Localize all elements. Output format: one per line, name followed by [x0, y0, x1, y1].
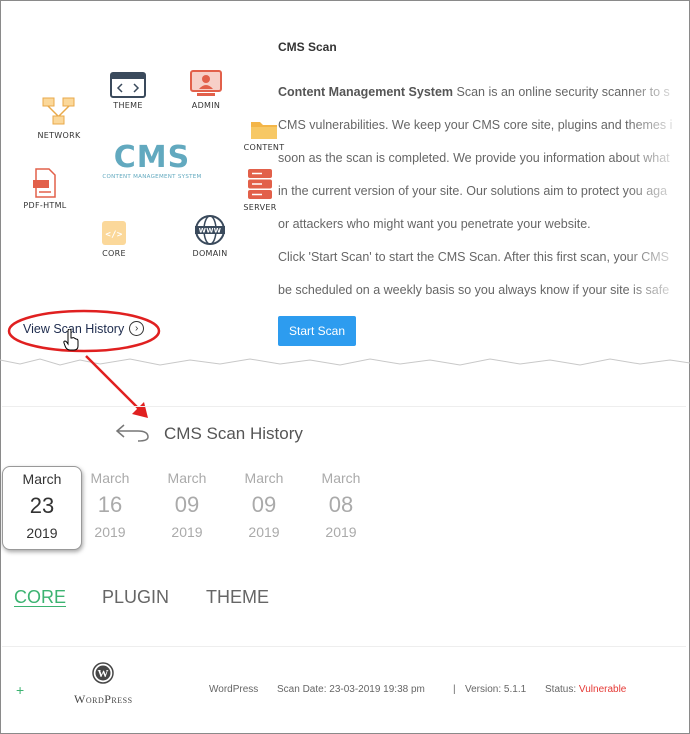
wordpress-wordmark: WordPress: [74, 692, 133, 706]
date-month: March: [167, 470, 207, 486]
wordpress-logo: W WordPress: [74, 662, 133, 707]
scan-date: Scan Date: 23-03-2019 19:38 pm: [277, 684, 425, 695]
server-label: SERVER: [243, 203, 277, 212]
version: Version: 5.1.1: [465, 684, 527, 695]
server-node: SERVER: [238, 168, 282, 212]
start-scan-button[interactable]: Start Scan: [278, 316, 356, 346]
globe-www-icon: WWW: [195, 215, 225, 245]
date-year: 2019: [94, 524, 126, 540]
tab-core[interactable]: CORE: [14, 587, 66, 608]
tab-plugin[interactable]: PLUGIN: [102, 587, 169, 608]
cms-logo-text: CMS: [113, 140, 191, 175]
status-label: Status:: [545, 684, 577, 695]
core-label: CORE: [102, 249, 126, 258]
date-month: March: [244, 470, 284, 486]
description-line-3: soon as the scan is completed. We provid…: [278, 151, 670, 165]
expand-row-button[interactable]: +: [16, 682, 24, 698]
row-divider: [2, 646, 686, 647]
description-line-5: or attackers who might want you penetrat…: [278, 217, 591, 231]
network-label: NETWORK: [37, 131, 81, 140]
admin-label: ADMIN: [191, 101, 221, 110]
network-icon: [42, 97, 75, 125]
cms-scan-history-title: CMS Scan History: [164, 424, 303, 443]
pdf-html-node: PDF-HTML: [18, 168, 72, 210]
description-line-2: CMS vulnerabilities. We keep your CMS co…: [278, 118, 673, 132]
date-day: 08: [328, 492, 354, 517]
cms-diagram: THEME ADMIN NETWORK CONTENT PDF-HTML SER…: [2, 2, 284, 302]
pdf-html-label: PDF-HTML: [23, 201, 67, 210]
svg-text:W: W: [98, 668, 109, 680]
column-separator: |: [453, 684, 456, 695]
theme-label: THEME: [113, 101, 143, 110]
date-day: 09: [174, 492, 200, 517]
date-year: 2019: [171, 524, 203, 540]
status-badge: Vulnerable: [578, 684, 627, 695]
text-fade-overlay: [626, 2, 686, 322]
theme-node: THEME: [104, 72, 152, 110]
cms-scan-description: CMS Scan Content Management System Scan …: [278, 40, 686, 307]
annotation-arrow: [85, 355, 148, 418]
date-month: March: [90, 470, 130, 486]
scan-date-item[interactable]: March 08 2019: [301, 466, 381, 550]
date-day: 16: [97, 492, 123, 517]
date-year: 2019: [248, 524, 280, 540]
domain-label: DOMAIN: [192, 249, 228, 258]
svg-text:</>: </>: [105, 230, 122, 240]
date-year: 2019: [325, 524, 357, 540]
description-bold: Content Management System: [278, 85, 454, 99]
description-line-4: in the current version of your site. Our…: [278, 184, 668, 198]
description-line-1: Content Management System Scan is an onl…: [278, 76, 686, 109]
wordpress-icon: W: [92, 662, 114, 684]
description-line-7: be scheduled on a weekly basis so you al…: [278, 283, 670, 297]
status: Status: Vulnerable: [545, 684, 626, 695]
cms-scan-title: CMS Scan: [278, 40, 337, 54]
scan-date-item[interactable]: March 09 2019: [224, 466, 304, 550]
scan-date-selector: March 23 2019 March 16 2019 March 09 201…: [2, 466, 686, 550]
core-node: </> CORE: [92, 220, 136, 258]
tab-theme[interactable]: THEME: [206, 587, 269, 608]
description-line-6: Click 'Start Scan' to start the CMS Scan…: [278, 250, 670, 264]
table-row: + W WordPress WordPress Scan Date: 23-03…: [2, 660, 686, 707]
scan-date-item[interactable]: March 16 2019: [70, 466, 150, 550]
section-divider: [2, 406, 686, 407]
admin-icon: [190, 70, 222, 96]
cms-logo: CMS CONTENT MANAGEMENT SYSTEM: [100, 140, 204, 181]
admin-node: ADMIN: [182, 70, 230, 110]
scan-date-item[interactable]: March 09 2019: [147, 466, 227, 550]
folder-icon: [251, 122, 277, 139]
theme-icon: [110, 72, 146, 98]
date-month: March: [321, 470, 361, 486]
svg-text:WWW: WWW: [199, 227, 221, 235]
cms-name: WordPress: [209, 684, 259, 695]
domain-node: WWW DOMAIN: [186, 214, 234, 258]
annotation-highlight-ellipse: [7, 309, 161, 353]
back-arrow-icon[interactable]: [114, 420, 152, 444]
date-day: 09: [251, 492, 277, 517]
server-icon: [248, 169, 272, 199]
hand-cursor-icon: [63, 329, 79, 351]
pdf-file-icon: [33, 168, 56, 198]
code-icon: </>: [102, 221, 126, 245]
network-node: NETWORK: [32, 96, 86, 140]
cms-logo-subtext: CONTENT MANAGEMENT SYSTEM: [102, 174, 202, 180]
